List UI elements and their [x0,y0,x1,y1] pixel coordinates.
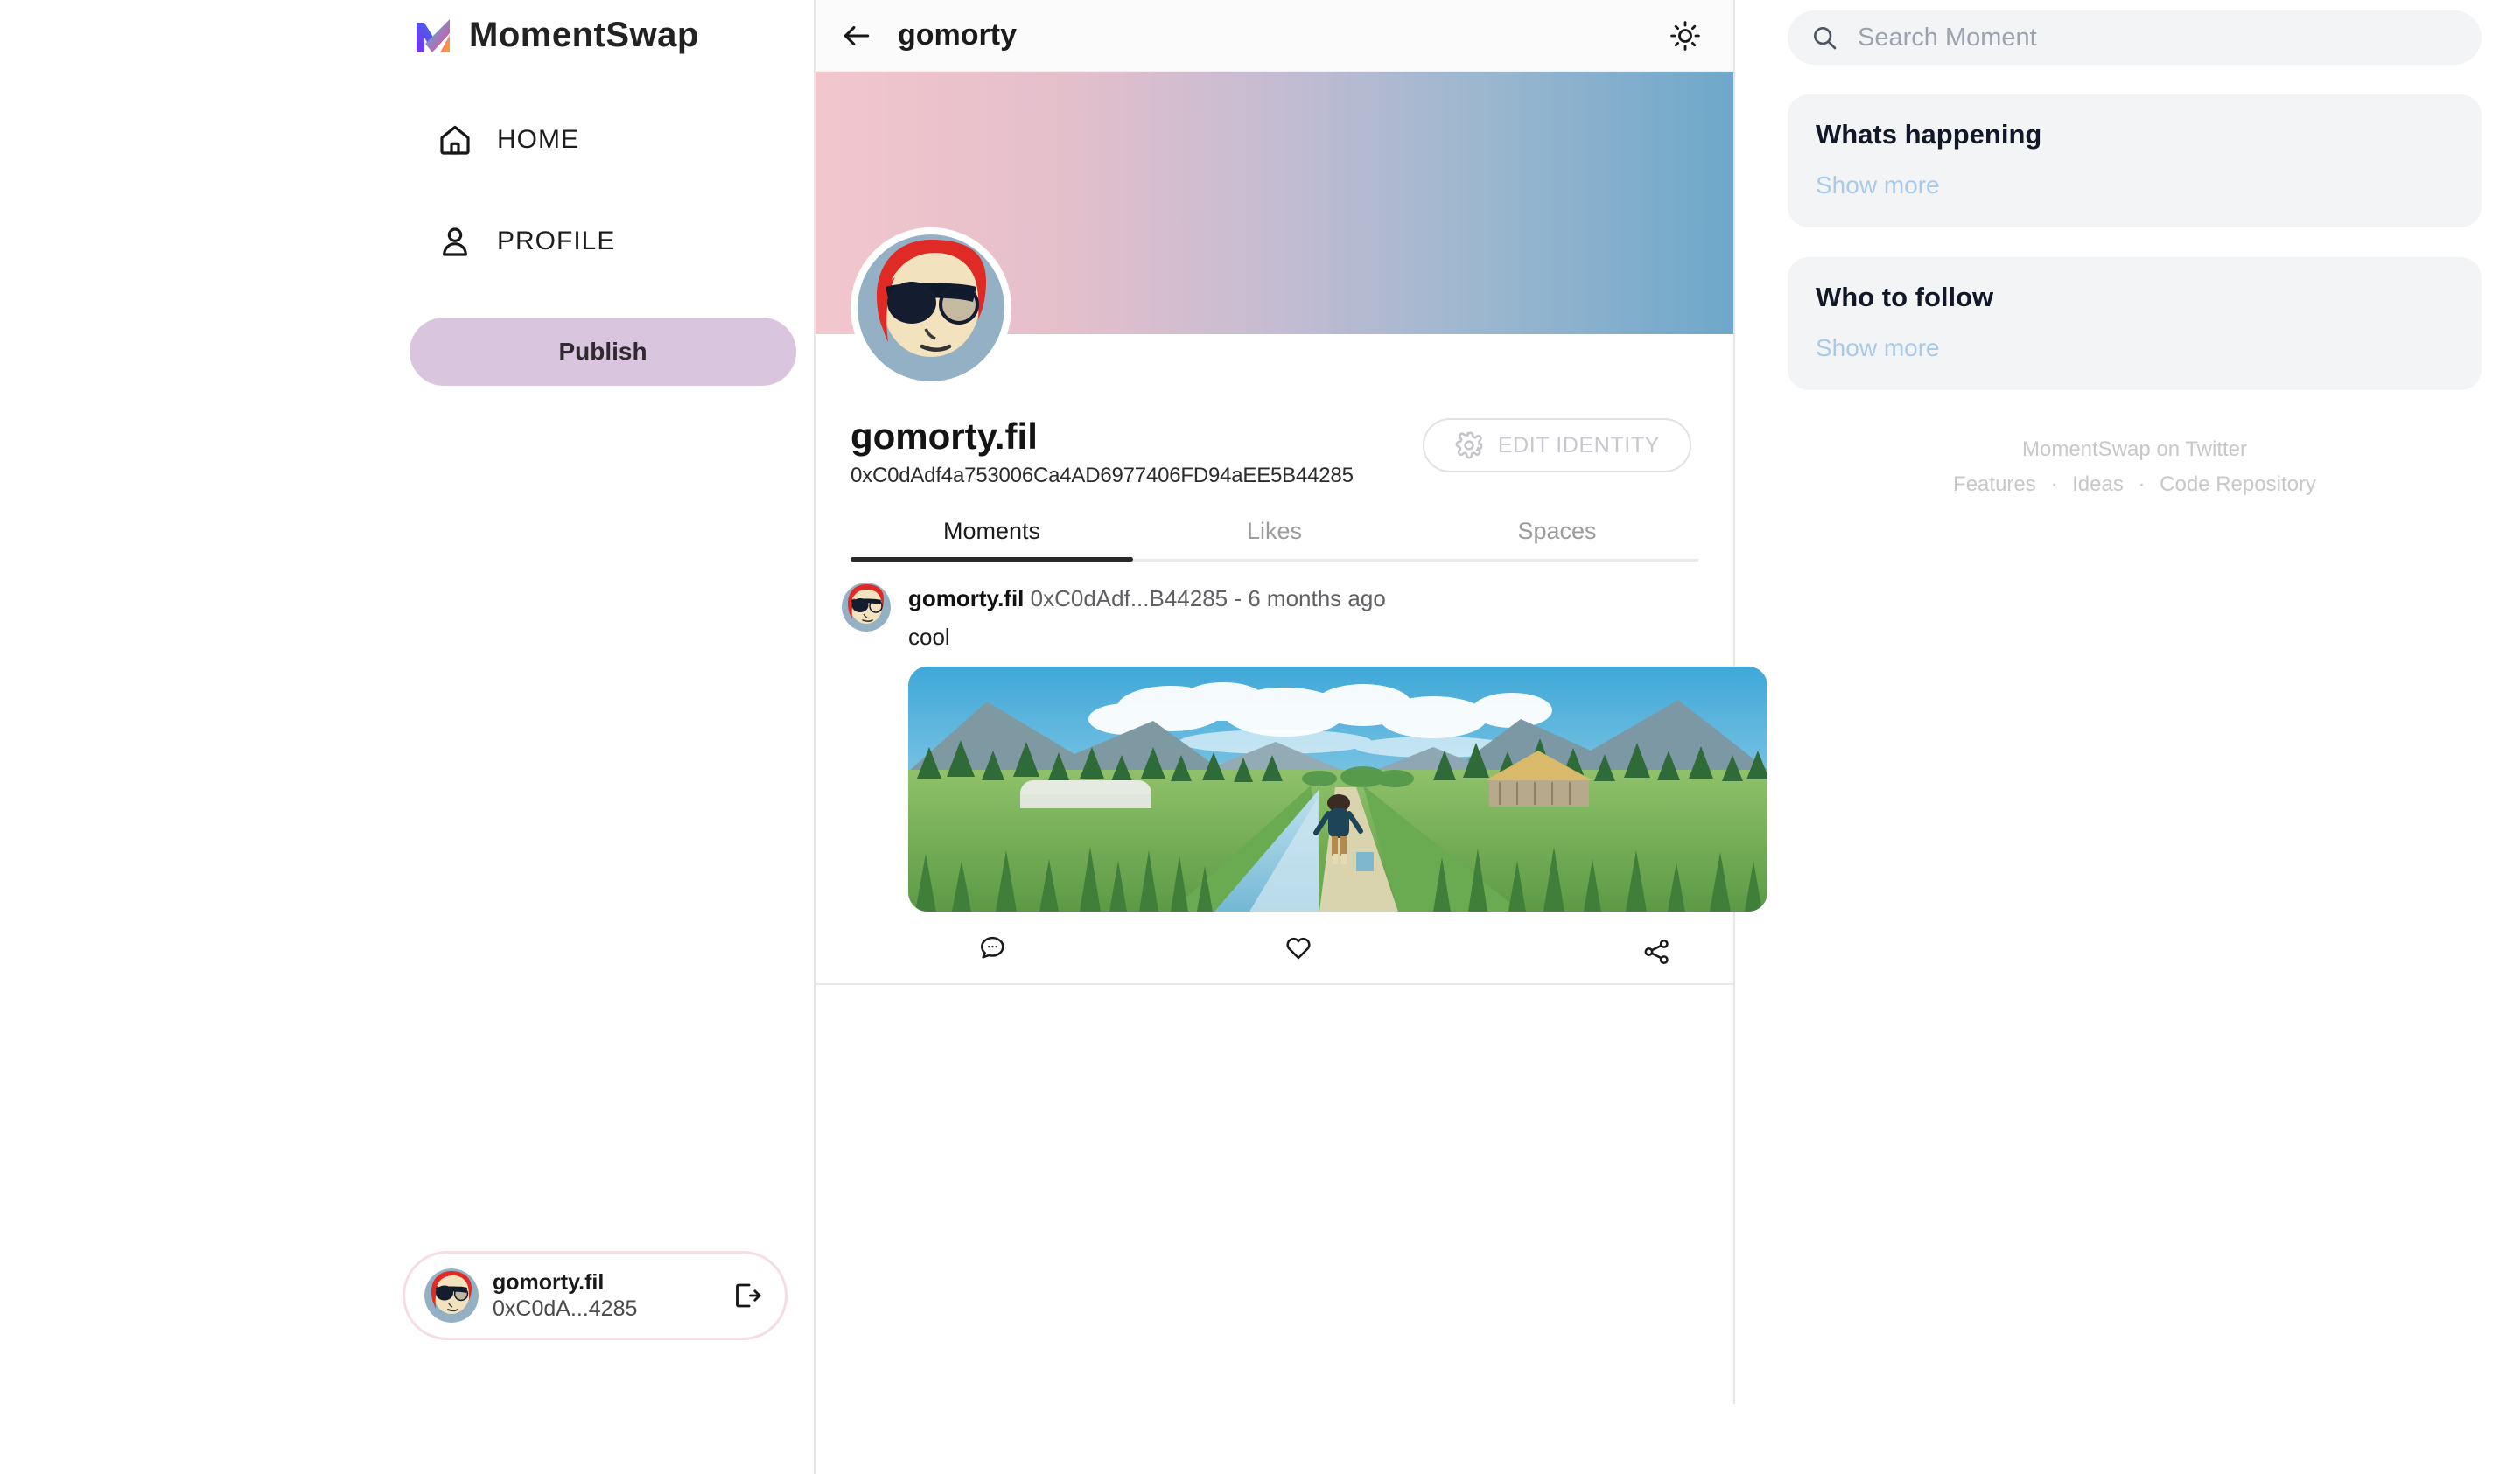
post-text: cool [908,623,950,650]
page-title: gomorty [898,18,1017,52]
brand[interactable]: MomentSwap [413,0,814,54]
identity: gomorty.fil 0xC0dAdf4a753006Ca4AD6977406… [850,415,1423,488]
show-more-link[interactable]: Show more [1816,171,1940,199]
current-user-address: 0xC0dA...4285 [493,1296,638,1321]
post-body: gomorty.fil 0xC0dAdf...B44285 - 6 months… [908,583,1768,983]
show-more-link[interactable]: Show more [1816,334,1940,362]
post-image[interactable] [908,666,1768,912]
right-sidebar: Whats happening Show more Who to follow … [1735,0,2520,1474]
main-inner: gomorty gomorty.fil 0xC0dAdf4a753006Ca4A… [816,0,1768,1404]
momentswap-m-logo-icon [416,19,450,52]
sidebar-nav: HOME PROFILE [438,112,814,269]
footer-twitter-link[interactable]: MomentSwap on Twitter [1788,437,2482,462]
like-button[interactable] [1192,933,1405,962]
profile-block: gomorty.fil 0xC0dAdf4a753006Ca4AD6977406… [816,227,1733,562]
post-author[interactable]: gomorty.fil [908,585,1024,611]
tab-moments[interactable]: Moments [850,518,1133,562]
comment-icon [980,936,1004,959]
footer-separator: · [2138,472,2146,496]
post-image-illustration [908,666,1768,912]
edit-identity-label: EDIT IDENTITY [1497,432,1660,458]
profile-tabs: Moments Likes Spaces [850,518,1698,562]
heart-icon [1286,937,1311,960]
share-icon [1644,939,1669,964]
tab-likes[interactable]: Likes [1133,518,1416,559]
main-topbar: gomorty [816,0,1733,72]
avatar[interactable] [842,583,891,632]
search-box[interactable] [1788,10,2482,65]
sidebar-item-label: HOME [497,125,579,154]
post-header: gomorty.fil 0xC0dAdf...B44285 - 6 months… [842,583,1768,983]
sun-icon[interactable] [1669,19,1702,52]
footer-links: Features · Ideas · Code Repository [1788,472,2482,497]
avatar [424,1268,479,1323]
identity-address: 0xC0dAdf4a753006Ca4AD6977406FD94aEE5B442… [850,464,1354,488]
back-arrow-icon[interactable] [840,19,873,52]
publish-button[interactable]: Publish [410,318,796,386]
post-subtitle: 0xC0dAdf...B44285 - 6 months ago [1030,585,1386,612]
user-icon [443,227,467,256]
left-sidebar: MomentSwap HOME PROFILE Publish gomorty.… [0,0,814,1474]
sidebar-item-home[interactable]: HOME [438,112,814,168]
share-button[interactable] [1405,928,1710,967]
home-icon [440,125,470,155]
footer-link-ideas[interactable]: Ideas [2072,472,2124,496]
brand-name: MomentSwap [469,16,699,54]
footer-separator: · [2050,472,2058,496]
search-input[interactable] [1858,23,2459,52]
who-to-follow-card: Who to follow Show more [1788,257,2482,390]
gear-icon [1455,431,1483,459]
sidebar-item-label: PROFILE [497,227,616,255]
current-user-card[interactable]: gomorty.fil 0xC0dA...4285 [402,1251,788,1340]
card-title: Who to follow [1816,282,1994,312]
whats-happening-card: Whats happening Show more [1788,94,2482,227]
profile-avatar[interactable] [850,227,1012,388]
post-meta: gomorty.fil 0xC0dAdf...B44285 - 6 months… [908,584,1768,613]
search-icon [1814,27,1837,50]
sidebar-item-profile[interactable]: PROFILE [438,213,814,269]
tab-spaces[interactable]: Spaces [1416,518,1698,559]
avatar-gomorty-icon [424,1268,479,1323]
card-title: Whats happening [1816,119,2042,150]
identity-display-name: gomorty.fil [850,416,1038,457]
current-user-name: gomorty.fil [493,1269,605,1295]
footer-link-features[interactable]: Features [1953,472,2036,496]
post-item: gomorty.fil 0xC0dAdf...B44285 - 6 months… [816,562,1768,985]
footer: MomentSwap on Twitter Features · Ideas ·… [1788,437,2482,497]
avatar-gomorty-icon [842,583,891,632]
current-user-meta: gomorty.fil 0xC0dA...4285 [493,1269,717,1323]
footer-link-code-repository[interactable]: Code Repository [2160,472,2316,496]
edit-identity-button[interactable]: EDIT IDENTITY [1422,418,1691,472]
logout-icon[interactable] [731,1280,762,1311]
app-root: MomentSwap HOME PROFILE Publish gomorty.… [0,0,2520,1474]
main-column: gomorty gomorty.fil 0xC0dAdf4a753006Ca4A… [814,0,1768,1474]
avatar-gomorty-icon [858,234,1004,381]
post-actions [908,912,1768,983]
comment-button[interactable] [978,933,1192,962]
